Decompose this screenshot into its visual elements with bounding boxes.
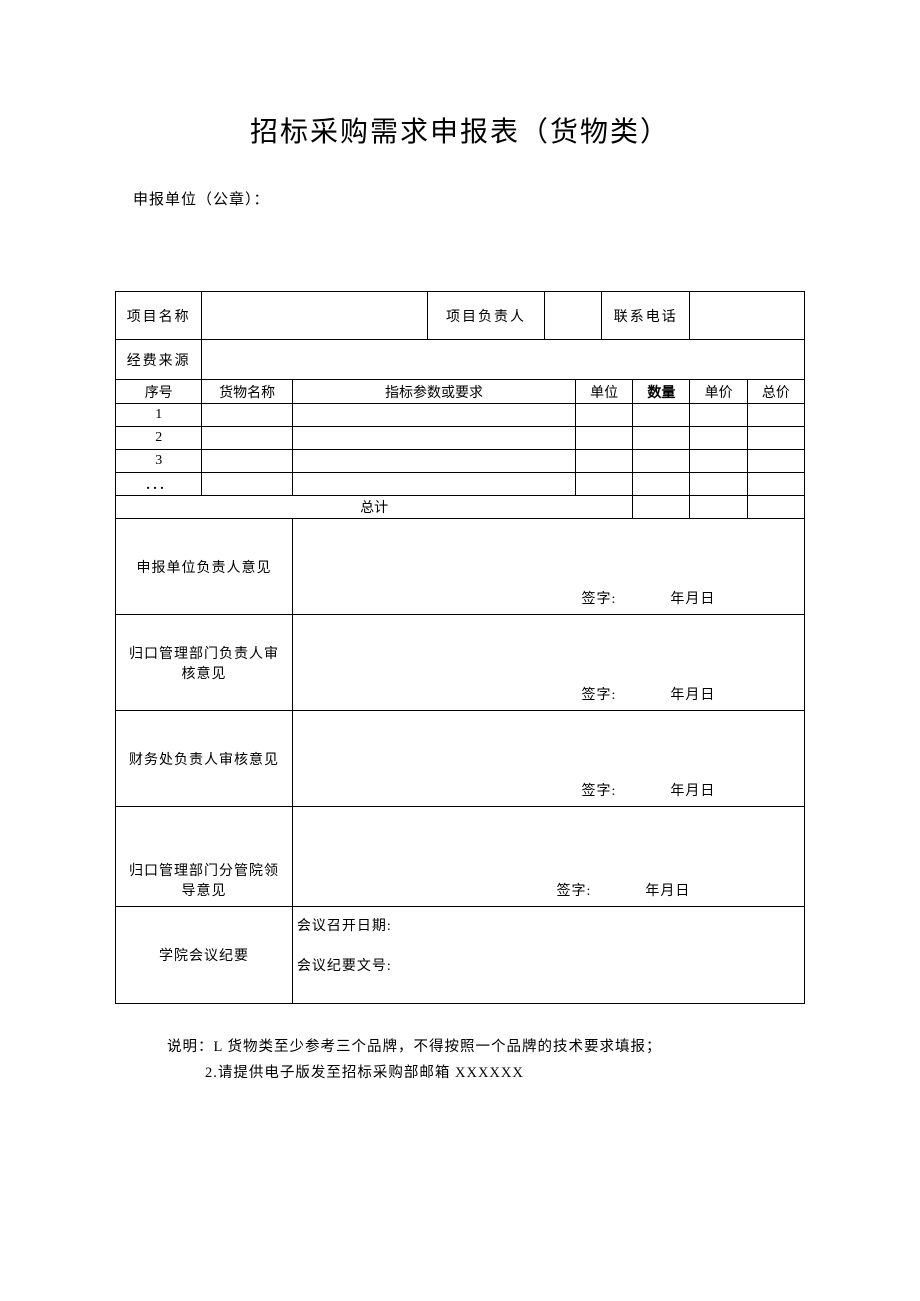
date-label: 年月日	[670, 592, 715, 607]
mgmt-leader-label: 归口管理部门负责人审核意见	[116, 615, 293, 711]
page-container: 招标采购需求申报表（货物类） 申报单位（公章）： 项目名称 项目负责人 联系电话…	[0, 0, 920, 1086]
date-label: 年月日	[670, 688, 715, 703]
reporting-unit-label: 申报单位（公章）：	[133, 188, 805, 209]
col-price: 单价	[690, 380, 747, 404]
sign-label: 签字:	[582, 688, 617, 703]
col-total: 总价	[747, 380, 804, 404]
item-spec[interactable]	[292, 404, 575, 427]
project-leader-value[interactable]	[544, 292, 601, 340]
meeting-date-label: 会议召开日期:	[297, 915, 800, 935]
item-spec[interactable]	[292, 427, 575, 450]
funding-label: 经费来源	[116, 340, 202, 380]
item-seq: 1	[116, 404, 202, 427]
item-name[interactable]	[202, 450, 293, 473]
project-info-row: 项目名称 项目负责人 联系电话	[116, 292, 805, 340]
unit-leader-label: 申报单位负责人意见	[116, 519, 293, 615]
item-total[interactable]	[747, 404, 804, 427]
item-price[interactable]	[690, 427, 747, 450]
item-total[interactable]	[747, 473, 804, 496]
item-qty[interactable]	[633, 473, 690, 496]
notes-section: 说明：L 货物类至少参考三个品牌，不得按照一个品牌的技术要求填报； 2.请提供电…	[167, 1034, 805, 1086]
finance-leader-label: 财务处负责人审核意见	[116, 711, 293, 807]
sign-label: 签字:	[557, 884, 592, 899]
item-unit[interactable]	[576, 427, 633, 450]
funding-row: 经费来源	[116, 340, 805, 380]
item-unit[interactable]	[576, 450, 633, 473]
col-name: 货物名称	[202, 380, 293, 404]
item-name[interactable]	[202, 473, 293, 496]
division-leader-label: 归口管理部门分管院领导意见	[116, 807, 293, 907]
item-price[interactable]	[690, 473, 747, 496]
item-name[interactable]	[202, 427, 293, 450]
item-total[interactable]	[747, 427, 804, 450]
item-seq: 2	[116, 427, 202, 450]
item-name[interactable]	[202, 404, 293, 427]
sign-label: 签字:	[582, 784, 617, 799]
meeting-minutes-label: 学院会议纪要	[116, 907, 293, 1004]
total-qty[interactable]	[633, 496, 690, 519]
item-row: 3	[116, 450, 805, 473]
item-row: ．．．	[116, 473, 805, 496]
item-total[interactable]	[747, 450, 804, 473]
item-row: 2	[116, 427, 805, 450]
col-spec: 指标参数或要求	[292, 380, 575, 404]
date-label: 年月日	[645, 884, 690, 899]
meeting-no-label: 会议纪要文号:	[297, 955, 800, 975]
project-name-value[interactable]	[202, 292, 428, 340]
item-qty[interactable]	[633, 427, 690, 450]
contact-phone-value[interactable]	[690, 292, 805, 340]
col-qty: 数量	[633, 380, 690, 404]
meeting-content-area[interactable]: 会议召开日期: 会议纪要文号:	[292, 907, 804, 1004]
item-qty[interactable]	[633, 404, 690, 427]
finance-leader-approval-row: 财务处负责人审核意见 签字: 年月日	[116, 711, 805, 807]
project-name-label: 项目名称	[116, 292, 202, 340]
item-price[interactable]	[690, 404, 747, 427]
finance-leader-sign-area[interactable]: 签字: 年月日	[292, 711, 804, 807]
note-line-1: 说明：L 货物类至少参考三个品牌，不得按照一个品牌的技术要求填报；	[167, 1034, 805, 1060]
item-unit[interactable]	[576, 404, 633, 427]
meeting-minutes-row: 学院会议纪要 会议召开日期: 会议纪要文号:	[116, 907, 805, 1004]
sign-label: 签字:	[582, 592, 617, 607]
project-leader-label: 项目负责人	[428, 292, 545, 340]
items-header-row: 序号 货物名称 指标参数或要求 单位 数量 单价 总价	[116, 380, 805, 404]
unit-leader-sign-area[interactable]: 签字: 年月日	[292, 519, 804, 615]
date-label: 年月日	[670, 784, 715, 799]
total-sum[interactable]	[747, 496, 804, 519]
division-leader-approval-row: 归口管理部门分管院领导意见 签字: 年月日	[116, 807, 805, 907]
form-table: 项目名称 项目负责人 联系电话 经费来源 序号 货物名称 指标参数或要求 单位 …	[115, 291, 805, 1004]
item-spec[interactable]	[292, 473, 575, 496]
document-title: 招标采购需求申报表（货物类）	[115, 110, 805, 150]
total-row: 总计	[116, 496, 805, 519]
funding-value[interactable]	[202, 340, 805, 380]
total-price[interactable]	[690, 496, 747, 519]
col-seq: 序号	[116, 380, 202, 404]
unit-leader-approval-row: 申报单位负责人意见 签字: 年月日	[116, 519, 805, 615]
item-qty[interactable]	[633, 450, 690, 473]
note-line-2: 2.请提供电子版发至招标采购部邮箱 XXXXXX	[205, 1060, 805, 1086]
item-row: 1	[116, 404, 805, 427]
total-label: 总计	[116, 496, 633, 519]
item-spec[interactable]	[292, 450, 575, 473]
division-leader-sign-area[interactable]: 签字: 年月日	[292, 807, 804, 907]
mgmt-leader-sign-area[interactable]: 签字: 年月日	[292, 615, 804, 711]
col-unit: 单位	[576, 380, 633, 404]
contact-phone-label: 联系电话	[602, 292, 690, 340]
mgmt-leader-approval-row: 归口管理部门负责人审核意见 签字: 年月日	[116, 615, 805, 711]
item-unit[interactable]	[576, 473, 633, 496]
item-price[interactable]	[690, 450, 747, 473]
item-seq: ．．．	[116, 473, 202, 496]
item-seq: 3	[116, 450, 202, 473]
